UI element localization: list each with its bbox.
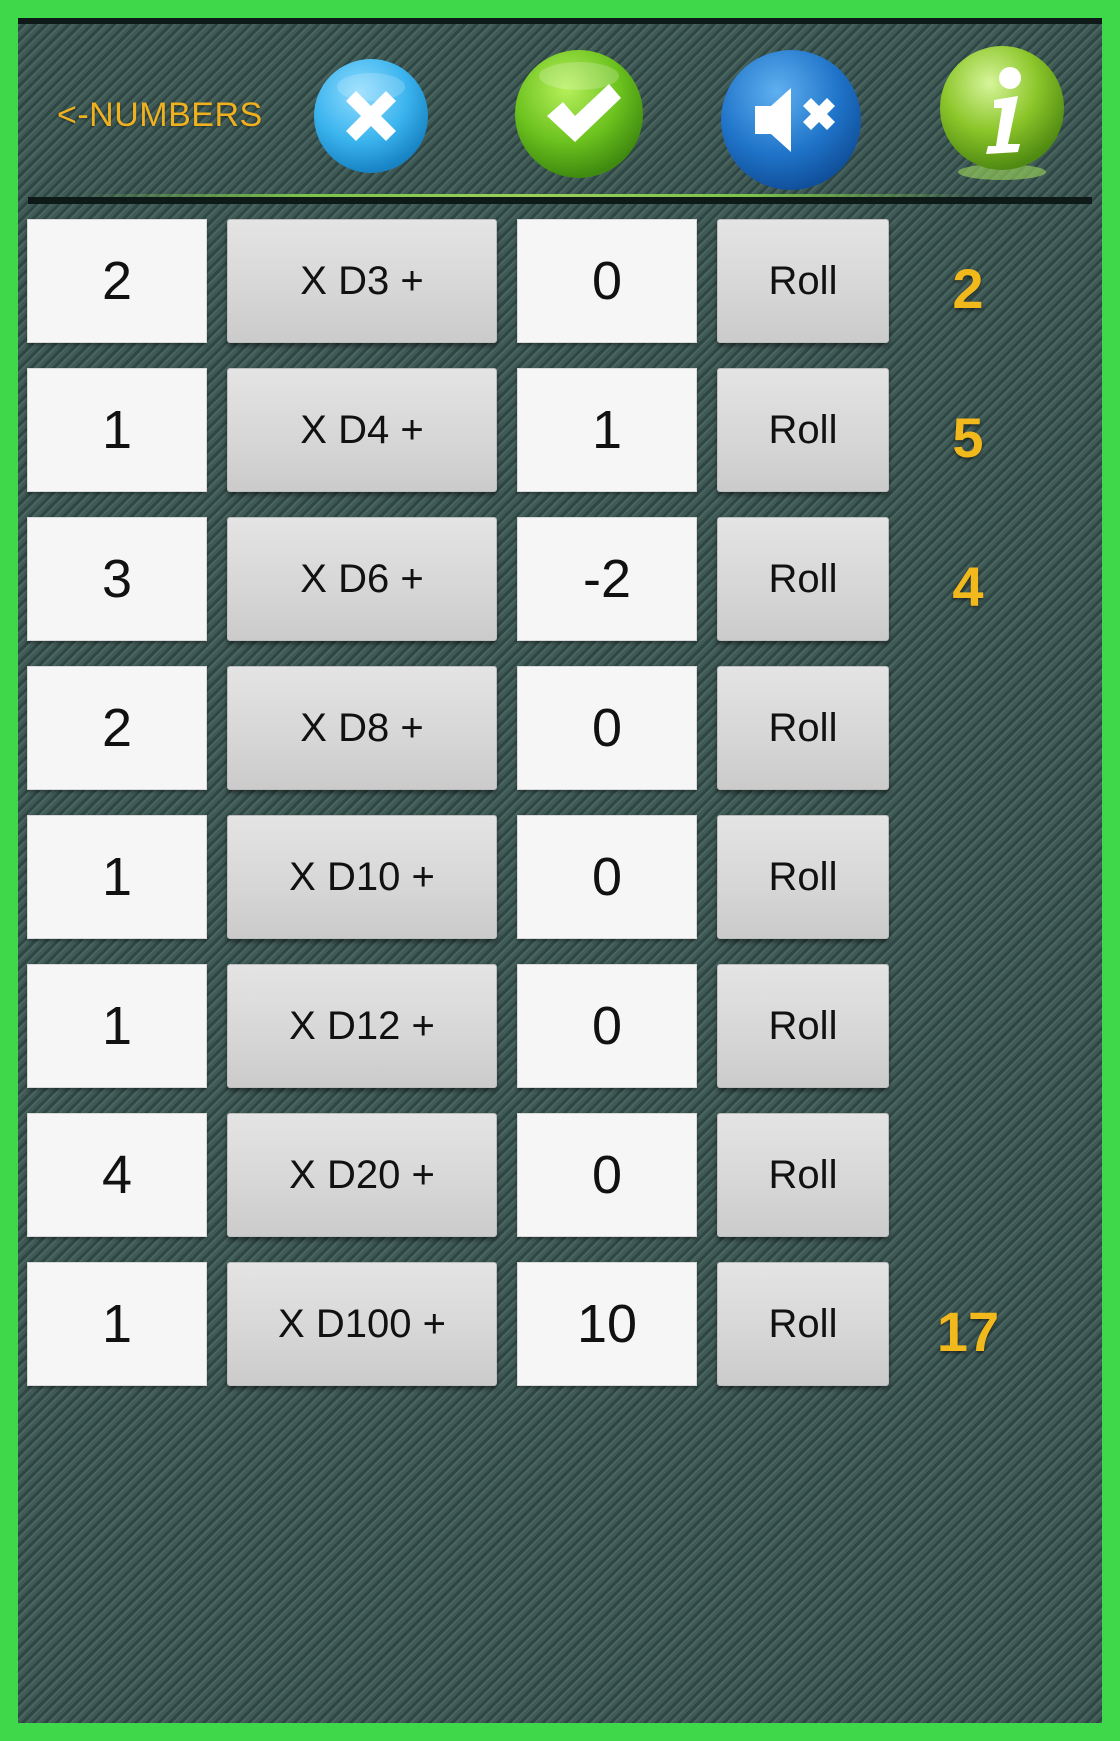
dice-row-d20: 4 X D20 + 0 Roll bbox=[18, 1113, 1102, 1237]
modifier-input[interactable]: 1 bbox=[517, 368, 697, 492]
roll-button[interactable]: Roll bbox=[717, 517, 889, 641]
dice-count-input[interactable]: 1 bbox=[27, 815, 207, 939]
modifier-input[interactable]: 0 bbox=[517, 666, 697, 790]
dice-row-d100: 1 X D100 + 10 Roll 17 bbox=[18, 1262, 1102, 1386]
checkmark-icon[interactable] bbox=[511, 46, 647, 182]
roll-result: 5 bbox=[952, 405, 984, 469]
dice-row-d6: 3 X D6 + -2 Roll 4 bbox=[18, 517, 1102, 641]
dice-count-input[interactable]: 4 bbox=[27, 1113, 207, 1237]
roll-result bbox=[913, 964, 1023, 1088]
dice-count-input[interactable]: 2 bbox=[27, 219, 207, 343]
die-type-button[interactable]: X D4 + bbox=[227, 368, 497, 492]
roll-button[interactable]: Roll bbox=[717, 666, 889, 790]
modifier-input[interactable]: -2 bbox=[517, 517, 697, 641]
die-type-button[interactable]: X D8 + bbox=[227, 666, 497, 790]
die-type-button[interactable]: X D20 + bbox=[227, 1113, 497, 1237]
modifier-input[interactable]: 10 bbox=[517, 1262, 697, 1386]
dice-row-d3: 2 X D3 + 0 Roll 2 bbox=[18, 219, 1102, 343]
die-type-button[interactable]: X D3 + bbox=[227, 219, 497, 343]
roll-button[interactable]: Roll bbox=[717, 1262, 889, 1386]
dice-count-input[interactable]: 2 bbox=[27, 666, 207, 790]
roll-button[interactable]: Roll bbox=[717, 368, 889, 492]
roll-result: 4 bbox=[952, 554, 984, 618]
dice-count-input[interactable]: 1 bbox=[27, 1262, 207, 1386]
info-icon[interactable] bbox=[936, 44, 1068, 184]
roll-result bbox=[913, 815, 1023, 939]
dice-row-d4: 1 X D4 + 1 Roll 5 bbox=[18, 368, 1102, 492]
dice-row-d12: 1 X D12 + 0 Roll bbox=[18, 964, 1102, 1088]
roll-button[interactable]: Roll bbox=[717, 1113, 889, 1237]
dice-row-d8: 2 X D8 + 0 Roll bbox=[18, 666, 1102, 790]
header-divider bbox=[28, 197, 1092, 204]
speaker-mute-icon[interactable] bbox=[717, 46, 865, 194]
dice-row-d10: 1 X D10 + 0 Roll bbox=[18, 815, 1102, 939]
roll-button[interactable]: Roll bbox=[717, 815, 889, 939]
dice-count-input[interactable]: 1 bbox=[27, 368, 207, 492]
modifier-input[interactable]: 0 bbox=[517, 219, 697, 343]
roll-result bbox=[913, 1113, 1023, 1237]
dice-count-input[interactable]: 1 bbox=[27, 964, 207, 1088]
modifier-input[interactable]: 0 bbox=[517, 1113, 697, 1237]
roll-result: 2 bbox=[952, 256, 984, 320]
roll-result: 17 bbox=[936, 1299, 1000, 1363]
toolbar: <-NUMBERS bbox=[18, 24, 1102, 200]
roll-result bbox=[913, 666, 1023, 790]
roll-button[interactable]: Roll bbox=[717, 964, 889, 1088]
die-type-button[interactable]: X D6 + bbox=[227, 517, 497, 641]
die-type-button[interactable]: X D12 + bbox=[227, 964, 497, 1088]
close-x-icon[interactable] bbox=[312, 57, 430, 175]
roll-button[interactable]: Roll bbox=[717, 219, 889, 343]
numbers-link[interactable]: <-NUMBERS bbox=[57, 96, 263, 135]
die-type-button[interactable]: X D100 + bbox=[227, 1262, 497, 1386]
modifier-input[interactable]: 0 bbox=[517, 815, 697, 939]
app-frame: <-NUMBERS 2 X D3 + 0 Roll 2 1 X D4 + 1 R… bbox=[18, 18, 1102, 1723]
die-type-button[interactable]: X D10 + bbox=[227, 815, 497, 939]
modifier-input[interactable]: 0 bbox=[517, 964, 697, 1088]
dice-count-input[interactable]: 3 bbox=[27, 517, 207, 641]
